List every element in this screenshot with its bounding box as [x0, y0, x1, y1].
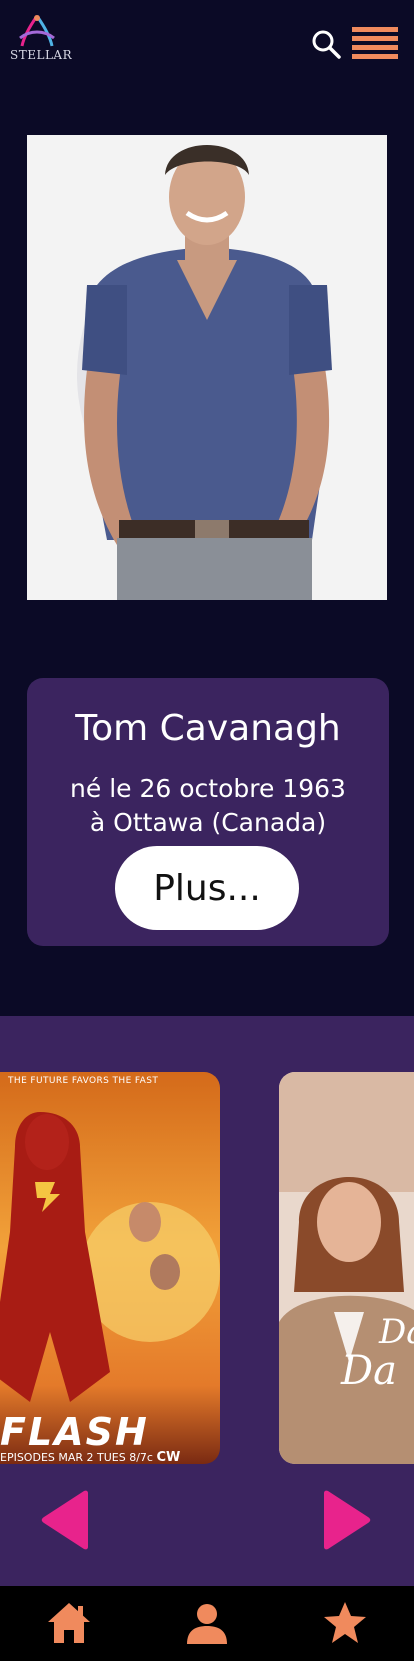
- poster-subtitle: Da: [341, 1348, 397, 1394]
- poster-airing-info: EPISODES MAR 2 TUES 8/7c CW: [0, 1450, 180, 1464]
- more-button[interactable]: Plus...: [115, 846, 299, 930]
- filmography-carousel: THE FUTURE FAVORS THE FAST FLASH EPISODE…: [0, 1016, 414, 1586]
- menu-icon: [352, 27, 398, 59]
- chevron-right-icon: [324, 1490, 371, 1550]
- second-poster-art: [279, 1072, 414, 1464]
- poster-title: Da: [379, 1312, 414, 1352]
- poster-title: FLASH: [0, 1410, 149, 1454]
- poster-second-title[interactable]: Da Da: [279, 1072, 414, 1464]
- profile-icon: [187, 1604, 227, 1644]
- star-icon: [324, 1602, 366, 1643]
- carousel-prev-button[interactable]: [40, 1490, 90, 1550]
- actor-birth-info: né le 26 octobre 1963 à Ottawa (Canada): [70, 774, 346, 837]
- nav-profile-button[interactable]: [184, 1600, 230, 1646]
- nav-home-button[interactable]: [46, 1600, 92, 1646]
- menu-button[interactable]: [352, 26, 400, 62]
- stellar-logo[interactable]: STELLAR: [10, 12, 73, 64]
- search-icon: [312, 30, 341, 59]
- logo-text: STELLAR: [10, 48, 73, 62]
- bottom-navigation: [0, 1586, 414, 1661]
- flash-poster-art: [0, 1072, 220, 1464]
- carousel-next-button[interactable]: [322, 1490, 372, 1550]
- actor-name: Tom Cavanagh: [75, 708, 341, 749]
- poster-tagline: THE FUTURE FAVORS THE FAST: [8, 1076, 159, 1086]
- stellar-logo-icon: [19, 15, 55, 47]
- poster-flash[interactable]: THE FUTURE FAVORS THE FAST FLASH EPISODE…: [0, 1072, 220, 1464]
- nav-favorites-button[interactable]: [322, 1600, 368, 1646]
- poster-airing-text: EPISODES MAR 2 TUES 8/7c: [0, 1451, 153, 1464]
- app-header: STELLAR: [0, 0, 414, 90]
- search-button[interactable]: [310, 28, 342, 60]
- actor-portrait: [27, 135, 387, 600]
- actor-info-card: Tom Cavanagh né le 26 octobre 1963 à Ott…: [27, 678, 389, 946]
- home-icon: [48, 1603, 90, 1643]
- actor-photo: [27, 135, 387, 600]
- chevron-left-icon: [41, 1490, 88, 1550]
- poster-network: CW: [156, 1450, 181, 1464]
